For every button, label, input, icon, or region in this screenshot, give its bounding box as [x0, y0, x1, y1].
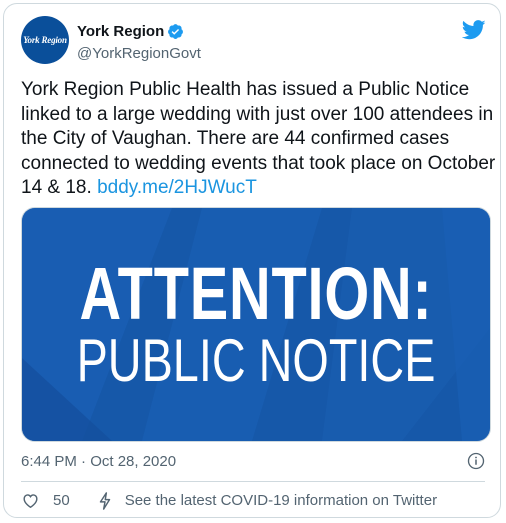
twitter-bird-icon[interactable]	[462, 20, 486, 40]
divider	[21, 481, 485, 482]
tweet-body: York Region Public Health has issued a P…	[21, 79, 496, 198]
media-headline-public-notice: PUBLIC NOTICE	[76, 327, 436, 394]
avatar-logo-text: York Region	[23, 35, 67, 45]
tweet-media-image[interactable]: ATTENTION: PUBLIC NOTICE	[21, 207, 491, 442]
info-icon[interactable]	[467, 452, 485, 470]
covid-info-link[interactable]: See the latest COVID-19 information on T…	[125, 492, 437, 509]
avatar[interactable]: York Region	[21, 16, 69, 64]
display-name[interactable]: York Region	[77, 23, 164, 40]
media-headline-attention: ATTENTION:	[79, 252, 433, 335]
tweet-text: York Region Public Health has issued a P…	[21, 78, 496, 201]
tweet-link[interactable]: bddy.me/2HJWucT	[97, 177, 257, 198]
account-handle[interactable]: @YorkRegionGovt	[77, 45, 201, 62]
like-count[interactable]: 50	[53, 492, 70, 509]
tweet-card[interactable]: York Region York Region @YorkRegionGovt …	[3, 3, 501, 518]
verified-badge-icon	[168, 24, 184, 39]
tweet-timestamp[interactable]: 6:44 PM · Oct 28, 2020	[21, 453, 176, 470]
lightning-bolt-icon	[99, 491, 110, 510]
action-bar: 50 See the latest COVID-19 information o…	[21, 491, 437, 510]
heart-icon[interactable]	[21, 491, 40, 510]
